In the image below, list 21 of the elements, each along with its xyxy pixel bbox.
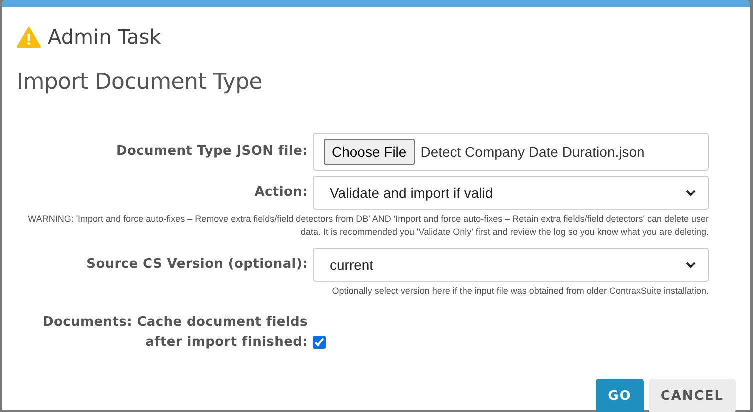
select-value: Validate and import if valid (330, 185, 494, 201)
help-text: WARNING: 'Import and force auto-fixes – Remove extra fields/field detectors from DB' AND 'Import and force auto-fixes – Retain extra fields/field detectors' can delete user data. It is recommended you 'Validate Only' first and review the log so you know what you are deleting. (27, 213, 709, 239)
dialog-title: Import Document Type (16, 69, 264, 95)
select-value: current (330, 257, 374, 273)
choose-file-button[interactable]: Choose File (324, 139, 415, 165)
warning-icon (17, 26, 41, 48)
field-label: Source CS Version (optional): (86, 256, 308, 274)
field-label: Document Type JSON file: (116, 143, 308, 161)
checkbox[interactable] (313, 336, 326, 349)
chevron-down-icon (686, 190, 696, 196)
chevron-down-icon (686, 262, 696, 268)
cancel-button[interactable]: CANCEL (648, 379, 736, 412)
dialog-header: Admin Task (48, 25, 162, 49)
select-field[interactable]: current (313, 248, 709, 282)
file-input[interactable]: Choose File Detect Company Date Duration.json (313, 133, 709, 171)
help-text: Optionally select version here if the input file was obtained from older ContraxSuite installation. (331, 285, 709, 298)
file-name: Detect Company Date Duration.json (420, 144, 645, 160)
field-label: Documents: Cache document fields after import finished: (42, 314, 308, 352)
select-field[interactable]: Validate and import if valid (313, 176, 709, 210)
field-label: Action: (254, 184, 308, 202)
go-button[interactable]: GO (596, 379, 644, 412)
